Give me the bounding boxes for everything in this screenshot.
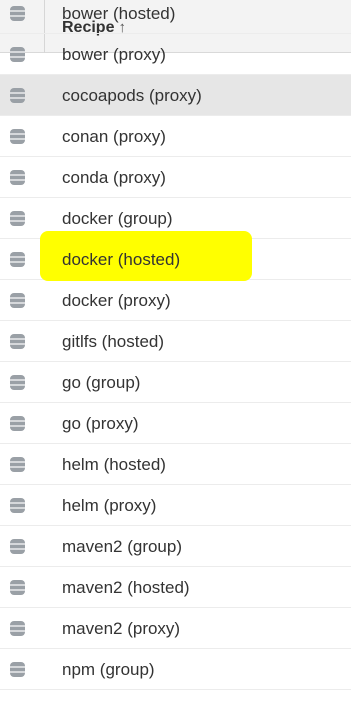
recipe-name: bower (hosted): [62, 4, 176, 23]
database-icon: [10, 334, 25, 349]
table-row[interactable]: bower (proxy): [0, 34, 351, 75]
recipe-name: maven2 (proxy): [62, 619, 181, 638]
recipe-name: docker (group): [62, 209, 173, 228]
database-icon: [10, 539, 25, 554]
database-icon: [10, 211, 25, 226]
recipe-name: docker (hosted): [62, 250, 181, 269]
database-icon: [10, 293, 25, 308]
database-icon: [10, 88, 25, 103]
recipe-name: bower (proxy): [62, 45, 166, 64]
database-icon: [10, 47, 25, 62]
table-row[interactable]: maven2 (hosted): [0, 567, 351, 608]
table-row[interactable]: maven2 (proxy): [0, 608, 351, 649]
database-icon: [10, 580, 25, 595]
table-row[interactable]: gitlfs (hosted): [0, 321, 351, 362]
database-icon: [10, 457, 25, 472]
database-icon: [10, 252, 25, 267]
table-row[interactable]: npm (group): [0, 649, 351, 690]
table-row[interactable]: go (proxy): [0, 403, 351, 444]
database-icon: [10, 662, 25, 677]
table-row[interactable]: conda (proxy): [0, 157, 351, 198]
recipe-name: docker (proxy): [62, 291, 171, 310]
table-row[interactable]: helm (hosted): [0, 444, 351, 485]
table-row[interactable]: bower (hosted): [0, 0, 351, 34]
database-icon: [10, 375, 25, 390]
table-row[interactable]: go (group): [0, 362, 351, 403]
table-row[interactable]: conan (proxy): [0, 116, 351, 157]
table-row[interactable]: docker (proxy): [0, 280, 351, 321]
recipe-name: go (group): [62, 373, 141, 392]
table-row-highlighted[interactable]: docker (hosted): [0, 231, 351, 281]
database-icon: [10, 6, 25, 21]
recipe-name: go (proxy): [62, 414, 139, 433]
database-icon: [10, 416, 25, 431]
database-icon: [10, 170, 25, 185]
recipe-name: npm (group): [62, 660, 155, 679]
database-icon: [10, 129, 25, 144]
recipe-name: maven2 (hosted): [62, 578, 190, 597]
table-row[interactable]: helm (proxy): [0, 485, 351, 526]
database-icon: [10, 621, 25, 636]
recipe-name: maven2 (group): [62, 537, 183, 556]
repository-list: bower (hosted) bower (proxy) cocoapods (…: [0, 0, 351, 690]
table-row[interactable]: maven2 (group): [0, 526, 351, 567]
recipe-name: gitlfs (hosted): [62, 332, 165, 351]
recipe-name: helm (hosted): [62, 455, 166, 474]
recipe-name: helm (proxy): [62, 496, 157, 515]
recipe-name: cocoapods (proxy): [62, 86, 202, 105]
recipe-name: conan (proxy): [62, 127, 166, 146]
table-row-selected[interactable]: cocoapods (proxy): [0, 75, 351, 116]
database-icon: [10, 498, 25, 513]
recipe-name: conda (proxy): [62, 168, 166, 187]
